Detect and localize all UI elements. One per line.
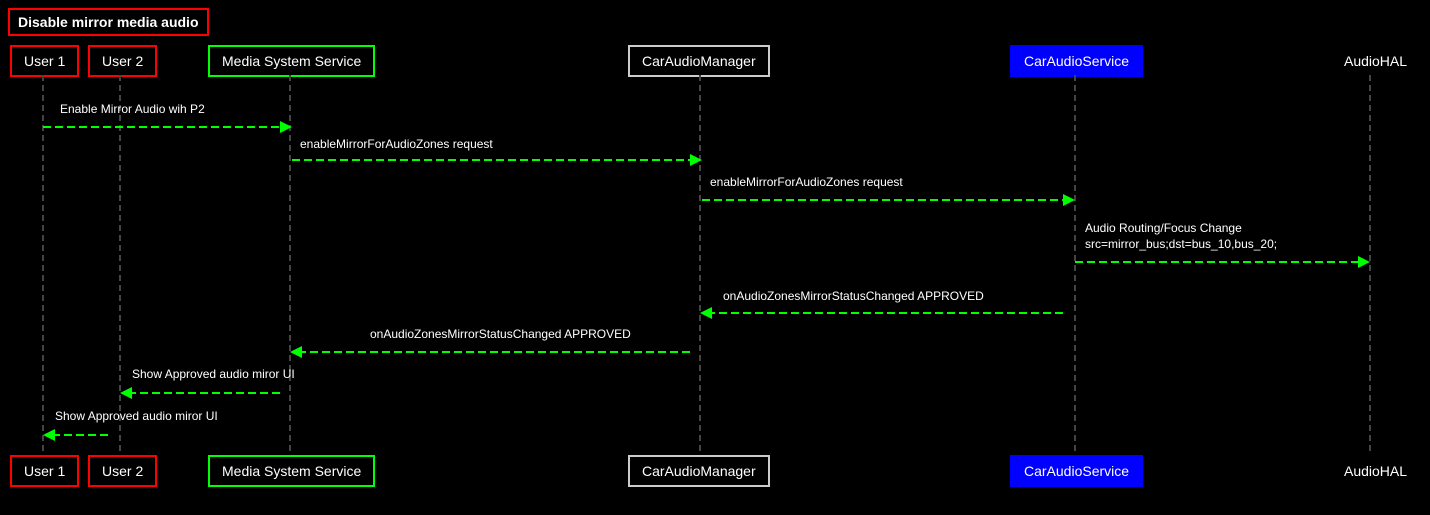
msg7-label: Show Approved audio miror UI — [132, 367, 295, 381]
msg3-label: enableMirrorForAudioZones request — [710, 175, 903, 189]
diagram-container: Disable mirror media audio User 1 User 2… — [0, 0, 1430, 515]
msg4-label-line1: Audio Routing/Focus Change — [1085, 221, 1242, 235]
msg1-label: Enable Mirror Audio wih P2 — [60, 102, 205, 116]
msg2-label: enableMirrorForAudioZones request — [300, 137, 493, 151]
msg8-label: Show Approved audio miror UI — [55, 409, 218, 423]
diagram-svg: Enable Mirror Audio wih P2 enableMirrorF… — [0, 0, 1430, 515]
msg5-label: onAudioZonesMirrorStatusChanged APPROVED — [723, 289, 984, 303]
msg4-label-line2: src=mirror_bus;dst=bus_10,bus_20; — [1085, 237, 1277, 251]
msg6-label: onAudioZonesMirrorStatusChanged APPROVED — [370, 327, 631, 341]
